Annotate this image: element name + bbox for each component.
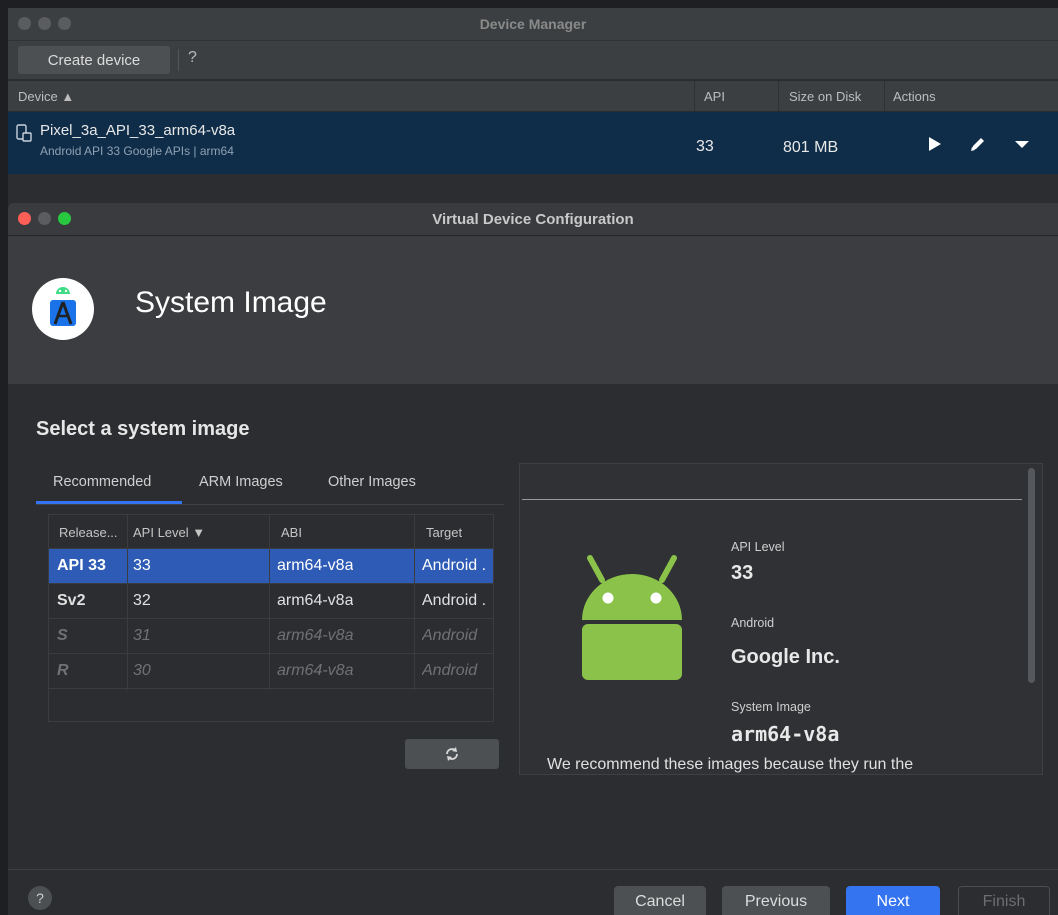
device-manager-toolbar: Create device ?	[8, 41, 1058, 79]
cell-api: 30	[133, 662, 151, 679]
table-row[interactable]: API 33 33 arm64-v8a Android .	[49, 549, 493, 584]
device-manager-title: Device Manager	[479, 16, 587, 32]
column-api[interactable]: API	[704, 89, 725, 104]
tab-other-images[interactable]: Other Images	[328, 474, 416, 490]
cell-api: 31	[133, 627, 151, 644]
table-header: Release... API Level ▼ ABI Target	[49, 515, 493, 549]
tab-arm-images[interactable]: ARM Images	[199, 474, 283, 490]
refresh-button[interactable]	[405, 739, 499, 769]
device-row[interactable]: Pixel_3a_API_33_arm64-v8a Android API 33…	[8, 112, 1058, 174]
column-actions: Actions	[893, 89, 936, 104]
column-divider	[694, 81, 695, 111]
cancel-button[interactable]: Cancel	[614, 886, 706, 915]
vdc-titlebar: Virtual Device Configuration	[8, 203, 1058, 236]
column-divider	[269, 515, 270, 690]
finish-button[interactable]: Finish	[958, 886, 1050, 915]
page-title: System Image	[135, 286, 327, 319]
cell-api: 33	[133, 557, 151, 574]
edit-icon[interactable]	[968, 134, 988, 154]
cell-target: Android .	[422, 592, 487, 609]
device-name: Pixel_3a_API_33_arm64-v8a	[40, 122, 236, 139]
cell-target: Android	[422, 627, 478, 644]
vdc-title: Virtual Device Configuration	[432, 211, 634, 228]
cell-abi: arm64-v8a	[277, 662, 354, 679]
create-device-button[interactable]: Create device	[18, 46, 170, 74]
help-button[interactable]: ?	[188, 49, 197, 67]
system-image-value: arm64-v8a	[731, 722, 840, 746]
column-api-level[interactable]: API Level ▼	[133, 525, 205, 540]
api-level-value: 33	[731, 562, 754, 584]
column-divider	[414, 515, 415, 690]
column-divider	[778, 81, 779, 111]
detail-divider	[522, 499, 1022, 500]
column-divider	[884, 81, 885, 111]
run-icon[interactable]	[924, 134, 944, 154]
device-size: 801 MB	[783, 139, 839, 156]
tab-divider	[36, 504, 504, 505]
cell-release: R	[57, 662, 69, 679]
column-size[interactable]: Size on Disk	[789, 89, 861, 104]
tab-recommended[interactable]: Recommended	[53, 474, 151, 490]
previous-button[interactable]: Previous	[722, 886, 830, 915]
android-studio-logo	[32, 278, 94, 340]
column-release[interactable]: Release...	[59, 525, 118, 540]
table-row[interactable]: Sv2 32 arm64-v8a Android .	[49, 584, 493, 619]
column-target[interactable]: Target	[426, 525, 462, 540]
column-divider	[127, 515, 128, 690]
cell-target: Android .	[422, 557, 487, 574]
wizard-banner: System Image	[8, 236, 1058, 384]
column-device[interactable]: Device ▲	[18, 89, 74, 104]
next-button[interactable]: Next	[846, 886, 940, 915]
menu-dropdown-icon[interactable]	[1012, 134, 1032, 154]
column-abi[interactable]: ABI	[281, 525, 302, 540]
table-row[interactable]: S 31 arm64-v8a Android	[49, 619, 493, 654]
api-level-label: API Level	[731, 540, 785, 554]
cell-api: 32	[133, 592, 151, 609]
recommendation-note: We recommend these images because they r…	[547, 756, 914, 773]
toolbar-divider	[178, 49, 179, 71]
footer-divider	[8, 869, 1058, 870]
device-subtitle: Android API 33 Google APIs | arm64	[40, 144, 234, 158]
cell-abi: arm64-v8a	[277, 627, 354, 644]
cell-release: API 33	[57, 557, 106, 574]
refresh-icon	[446, 747, 458, 761]
vendor-value: Google Inc.	[731, 646, 840, 668]
cell-release: Sv2	[57, 592, 86, 609]
scrollbar[interactable]	[1028, 468, 1035, 683]
system-image-table: Release... API Level ▼ ABI Target API 33…	[48, 514, 494, 722]
device-icon	[16, 124, 32, 142]
virtual-device-configuration-window: Virtual Device Configuration System Imag…	[8, 203, 1058, 915]
image-details-panel: API Level 33 Android Google Inc. System …	[519, 463, 1043, 775]
cell-release: S	[57, 627, 68, 644]
cell-abi: arm64-v8a	[277, 592, 354, 609]
device-manager-titlebar: Device Manager	[8, 8, 1058, 41]
device-table-header: Device ▲ API Size on Disk Actions	[8, 80, 1058, 112]
system-image-label: System Image	[731, 700, 811, 714]
table-row[interactable]: R 30 arm64-v8a Android	[49, 654, 493, 689]
device-manager-window: Device Manager Create device ? Device ▲ …	[8, 8, 1058, 228]
help-icon[interactable]: ?	[28, 886, 52, 910]
android-robot-icon	[582, 555, 682, 680]
cell-target: Android	[422, 662, 478, 679]
section-title: Select a system image	[36, 418, 250, 440]
device-api: 33	[696, 138, 714, 155]
vendor-label: Android	[731, 616, 775, 630]
cell-abi: arm64-v8a	[277, 557, 354, 574]
